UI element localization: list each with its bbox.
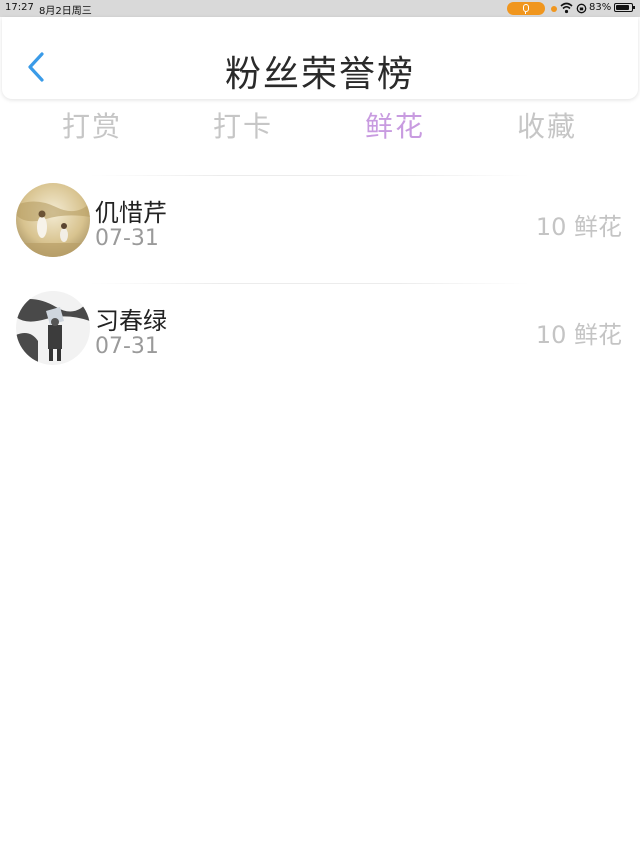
status-bar: 17:27 8月2日周三 83% — [0, 0, 640, 17]
nav-header: 粉丝荣誉榜 — [2, 17, 638, 99]
orientation-lock-icon — [576, 3, 587, 14]
fan-name: 仉惜芹 — [95, 199, 167, 227]
flower-count: 10 鲜花 — [535, 213, 622, 241]
tab-checkin[interactable]: 打卡 — [173, 105, 313, 145]
list-item[interactable]: 习春绿 07-31 10 鲜花 — [0, 283, 640, 391]
tab-bar: 打赏 打卡 鲜花 收藏 — [0, 105, 640, 149]
avatar — [16, 291, 90, 365]
battery-icon — [614, 3, 635, 12]
status-date: 8月2日周三 — [39, 6, 92, 17]
tab-reward[interactable]: 打赏 — [22, 105, 162, 145]
wifi-icon — [560, 2, 573, 14]
battery-percent: 83% — [589, 2, 612, 13]
fan-date: 07-31 — [95, 334, 159, 359]
list-item[interactable]: 仉惜芹 07-31 10 鲜花 — [0, 175, 640, 283]
microphone-icon — [507, 2, 545, 15]
privacy-indicator-icon — [551, 6, 557, 12]
row-divider — [90, 283, 530, 284]
fan-date: 07-31 — [95, 226, 159, 251]
fan-name: 习春绿 — [95, 307, 167, 335]
flower-count: 10 鲜花 — [535, 321, 622, 349]
status-time: 17:27 — [5, 2, 34, 13]
tab-favorites[interactable]: 收藏 — [477, 105, 617, 145]
page-title: 粉丝荣誉榜 — [224, 54, 415, 95]
row-divider — [90, 175, 530, 176]
tab-flowers[interactable]: 鲜花 — [325, 105, 465, 145]
avatar — [16, 183, 90, 257]
